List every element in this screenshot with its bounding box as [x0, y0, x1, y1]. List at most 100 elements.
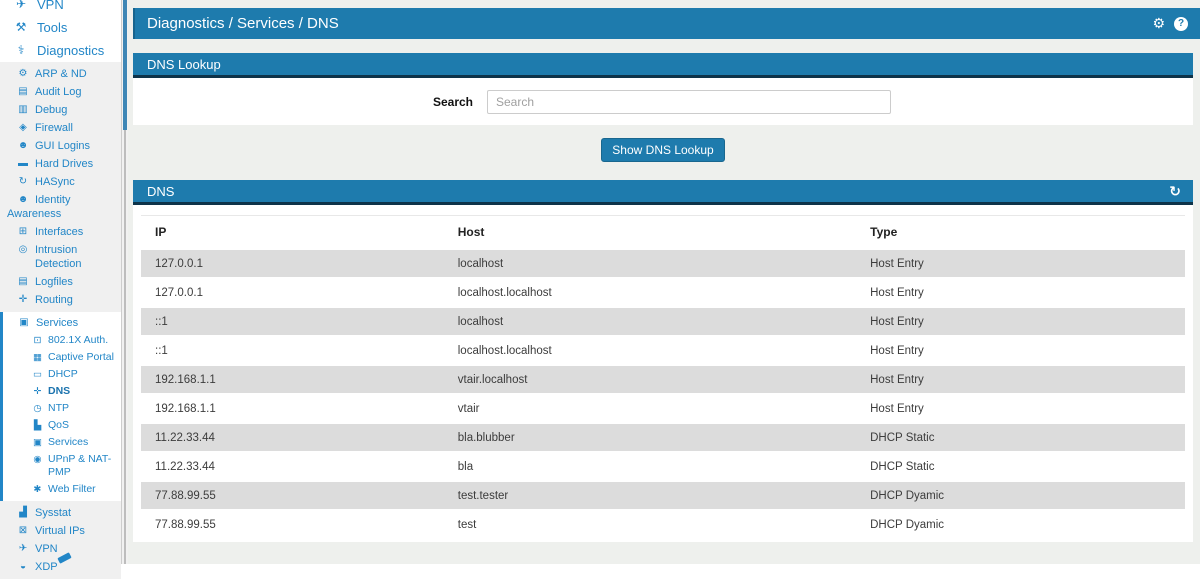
cell-ip: ::1 — [155, 344, 168, 357]
column-header-host: Host — [443, 215, 857, 249]
plane-icon: ✈ — [15, 0, 27, 11]
briefcase-icon: ▣ — [19, 317, 29, 328]
sidebar-item-routing[interactable]: ✛ Routing — [0, 291, 121, 309]
sidebar-item-interfaces[interactable]: ⊞ Interfaces — [0, 223, 121, 241]
sidebar-item-captive-portal[interactable]: ▦ Captive Portal — [3, 349, 121, 366]
cell-host: test — [457, 519, 477, 531]
cell-type: DHCP Dyamic — [856, 480, 1185, 511]
sidebar-item-diagnostics[interactable]: ⚕ Diagnostics — [0, 39, 121, 62]
sidebar-item-vpn[interactable]: ✈ VPN — [0, 0, 121, 16]
sidebar-item-qos[interactable]: ▙ QoS — [3, 417, 121, 434]
sidebar-item-hard-drives[interactable]: ▬ Hard Drives — [0, 155, 121, 173]
cell-ip: 127.0.0.1 — [141, 248, 444, 279]
help-icon[interactable]: ? — [1174, 16, 1188, 31]
sidebar-item-virtual-ips[interactable]: ⊠ Virtual IPs — [0, 522, 121, 540]
clock-icon: ◷ — [33, 403, 42, 414]
sidebar-top-sections: ✈ VPN ⚒ Tools ⚕ Diagnostics — [0, 0, 121, 62]
column-header-type: Type — [856, 215, 1185, 249]
cell-ip: ::1 — [141, 306, 444, 337]
cell-host: bla.blubber — [443, 422, 857, 453]
file-text-icon: ▤ — [18, 276, 28, 287]
table-header-row: IP Host Type — [141, 215, 1185, 249]
sidebar-item-802-1x-auth[interactable]: ⊡ 802.1X Auth. — [3, 332, 121, 349]
cell-type: Host Entry — [870, 286, 924, 299]
cell-ip: 192.168.1.1 — [155, 402, 216, 415]
briefcase-icon: ▣ — [33, 437, 42, 448]
dns-table: IP Host Type 127.0.0.1 localhost Host Entry 1… — [141, 215, 1185, 539]
search-input[interactable] — [487, 89, 891, 114]
cell-type: DHCP Dyamic — [870, 519, 945, 531]
services-active-section: ▣ Services ⊡ 802.1X Auth. ▦ Captive Port… — [0, 312, 121, 501]
hdd-icon: ▬ — [18, 158, 28, 169]
cell-type: DHCP Static — [870, 460, 935, 473]
cell-host: localhost — [443, 248, 857, 279]
sidebar-item-services[interactable]: ▣ Services — [3, 314, 121, 332]
table-row: 127.0.0.1 localhost Host Entry — [141, 248, 1185, 279]
header-actions: ⚙ ? — [1152, 15, 1200, 32]
map-marker-icon: ◉ — [33, 454, 42, 465]
shield-icon: ◈ — [19, 122, 27, 133]
sidebar-item-dhcp[interactable]: ▭ DHCP — [3, 366, 121, 383]
table-row: 11.22.33.44 bla.blubber DHCP Static — [141, 422, 1185, 453]
table-row: 77.88.99.55 test.tester DHCP Dyamic — [141, 480, 1185, 511]
sidebar-item-identity-awareness[interactable]: ☻ Identity Awareness — [0, 191, 121, 223]
sidebar-item-ntp[interactable]: ◷ NTP — [3, 400, 121, 417]
image-icon: ▦ — [33, 352, 42, 363]
sidebar-item-intrusion-detection[interactable]: ◎ Intrusion Detection — [0, 241, 121, 273]
sidebar-item-web-filter[interactable]: ✱ Web Filter — [3, 481, 121, 498]
cell-host: localhost.localhost — [457, 286, 552, 299]
dns-lookup-panel-header: DNS Lookup — [133, 53, 1193, 78]
table-row: 192.168.1.1 vtair Host Entry — [141, 394, 1185, 423]
gear-icon[interactable]: ⚙ — [1152, 15, 1165, 32]
cell-ip: 192.168.1.1 — [141, 364, 444, 395]
refresh-icon[interactable]: ↻ — [1169, 183, 1181, 200]
cell-host: bla — [457, 460, 474, 473]
sidebar-item-arp-nd[interactable]: ⚙ ARP & ND — [0, 65, 121, 83]
table-row: 127.0.0.1 localhost.localhost Host Entry — [141, 278, 1185, 307]
tachometer-icon: ◒ — [19, 561, 27, 572]
stethoscope-icon: ⚕ — [17, 43, 25, 57]
sidebar-item-logfiles[interactable]: ▤ Logfiles — [0, 273, 121, 291]
cell-type: Host Entry — [856, 306, 1185, 337]
sidebar-item-debug[interactable]: ▥ Debug — [0, 101, 121, 119]
sidebar-item-upnp-nat-pmp[interactable]: ◉ UPnP & NAT-PMP — [3, 451, 121, 481]
tools-icon: ⚒ — [15, 20, 27, 34]
cell-host: test.tester — [443, 480, 857, 511]
sidebar-item-gui-logins[interactable]: ☻ GUI Logins — [0, 137, 121, 155]
table-row: 11.22.33.44 bla DHCP Static — [141, 452, 1185, 481]
sidebar-item-sysstat[interactable]: ▟ Sysstat — [0, 504, 121, 522]
diagnostics-section-items: ⚙ ARP & ND ▤ Audit Log ▥ Debug ◈ Firewal… — [0, 62, 121, 312]
cell-ip: 77.88.99.55 — [155, 519, 216, 531]
asterisk-icon: ✱ — [33, 484, 42, 495]
dns-lookup-body: Search — [133, 78, 1193, 125]
sitemap-icon: ⊞ — [18, 226, 28, 237]
cell-host: vtair — [457, 402, 480, 415]
services-sub-items: ⊡ 802.1X Auth. ▦ Captive Portal ▭ DHCP ✛… — [3, 332, 121, 498]
bar-chart-icon: ▙ — [33, 420, 42, 431]
table-row: 192.168.1.1 vtair.localhost Host Entry — [141, 364, 1185, 395]
table-row: ::1 localhost Host Entry — [141, 306, 1185, 337]
network-nodes-icon: ⊡ — [33, 335, 42, 346]
area-chart-icon: ▟ — [19, 507, 27, 518]
sidebar-item-dns[interactable]: ✛ DNS — [3, 383, 121, 400]
sidebar-bottom-items: ▟ Sysstat ⊠ Virtual IPs ✈ VPN ◒ XDP — [0, 501, 121, 579]
sidebar-item-firewall[interactable]: ◈ Firewall — [0, 119, 121, 137]
cell-host: vtair.localhost — [443, 364, 857, 395]
main-content: Diagnostics / Services / DNS ⚙ ? DNS Loo… — [128, 0, 1200, 564]
sidebar-scrollbar[interactable] — [121, 0, 128, 564]
sidebar-item-audit-log[interactable]: ▤ Audit Log — [0, 83, 121, 101]
dns-panel-header: DNS ↻ — [133, 180, 1193, 205]
column-header-ip: IP — [141, 215, 444, 249]
scrollbar-thumb[interactable] — [123, 0, 127, 130]
show-dns-lookup-button[interactable]: Show DNS Lookup — [601, 138, 725, 162]
breadcrumb-bar: Diagnostics / Services / DNS ⚙ ? — [133, 8, 1200, 39]
sidebar-item-hasync[interactable]: ↻ HASync — [0, 173, 121, 191]
sidebar: ✈ VPN ⚒ Tools ⚕ Diagnostics ⚙ ARP & ND ▤… — [0, 0, 121, 579]
sidebar-item-services[interactable]: ▣ Services — [3, 434, 121, 451]
file-text-icon: ▤ — [18, 86, 28, 97]
dns-lookup-panel: DNS Lookup Search — [133, 53, 1193, 125]
search-label: Search — [432, 94, 473, 109]
sidebar-item-tools[interactable]: ⚒ Tools — [0, 16, 121, 39]
user-circle-icon: ☻ — [17, 140, 29, 151]
desktop-icon: ▭ — [33, 369, 42, 380]
